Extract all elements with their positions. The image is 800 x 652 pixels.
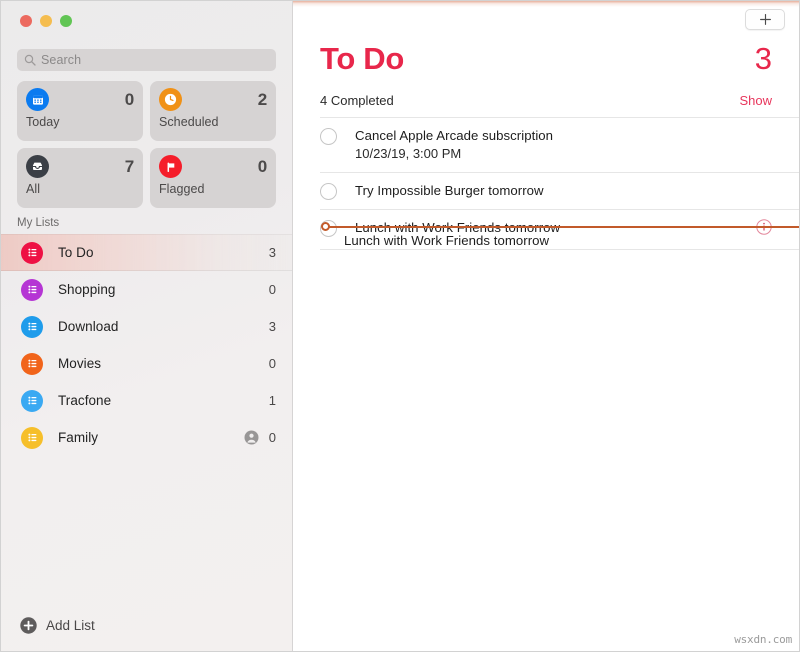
task-checkbox[interactable] (320, 220, 337, 237)
maximize-window-button[interactable] (60, 15, 72, 27)
task-title: Cancel Apple Arcade subscription (355, 128, 554, 143)
tray-icon (26, 155, 49, 178)
watermark: wsxdn.com (734, 633, 792, 646)
list-bullet-icon (21, 426, 43, 449)
list-label: Family (58, 430, 99, 445)
task-title: Try Impossible Burger tomorrow (355, 183, 544, 198)
sidebar-item-download[interactable]: Download 3 (1, 308, 292, 345)
sidebar-item-movies[interactable]: Movies 0 (1, 345, 292, 382)
clock-icon (159, 88, 182, 111)
shared-person-icon (244, 430, 259, 445)
smart-list-count: 0 (257, 156, 267, 176)
smart-list-label: Scheduled (159, 115, 219, 129)
smart-list-label: Today (26, 115, 60, 129)
smart-list-label: Flagged (159, 182, 205, 196)
task-checkbox[interactable] (320, 183, 337, 200)
list-count: 0 (268, 356, 276, 371)
list-label: To Do (58, 245, 94, 260)
sidebar-item-family[interactable]: Family 0 (1, 419, 292, 456)
list-bullet-icon (21, 389, 43, 412)
list-label: Movies (58, 356, 102, 371)
reminders-window: Search 0 Today 2 Scheduled 7 All 0 Flagg… (0, 0, 800, 652)
tasks-list: Cancel Apple Arcade subscription 10/23/1… (293, 117, 799, 250)
smart-list-all[interactable]: 7 All (17, 148, 143, 208)
add-reminder-button[interactable] (745, 9, 785, 30)
list-header: To Do 3 (293, 1, 799, 74)
flag-icon (159, 155, 182, 178)
sidebar-item-shopping[interactable]: Shopping 0 (1, 271, 292, 308)
table-row[interactable]: Lunch with Work Friends tomorrow (293, 210, 799, 249)
search-icon (24, 54, 36, 66)
completed-summary: 4 Completed Show (293, 74, 799, 117)
smart-list-count: 7 (124, 156, 134, 176)
list-bullet-icon (21, 315, 43, 338)
page-title: To Do (320, 41, 405, 76)
smart-lists-grid: 0 Today 2 Scheduled 7 All 0 Flagged (1, 71, 292, 208)
divider (320, 249, 799, 250)
table-row[interactable]: Cancel Apple Arcade subscription 10/23/1… (293, 118, 799, 172)
add-list-label: Add List (46, 617, 95, 633)
list-count: 0 (268, 282, 276, 297)
search-container: Search (1, 41, 292, 71)
my-lists-header: My Lists (17, 217, 60, 229)
list-total-count: 3 (754, 41, 772, 76)
completed-count-label: 4 Completed (320, 93, 394, 108)
search-input[interactable]: Search (17, 49, 276, 71)
list-label: Shopping (58, 282, 116, 297)
plus-circle-icon (20, 616, 37, 634)
info-circle-icon[interactable] (756, 219, 772, 240)
task-content: Lunch with Work Friends tomorrow (337, 219, 756, 236)
task-checkbox[interactable] (320, 128, 337, 145)
task-due-date: 10/23/19, 3:00 PM (355, 146, 462, 161)
sidebar-item-tracfone[interactable]: Tracfone 1 (1, 382, 292, 419)
show-completed-link[interactable]: Show (739, 93, 772, 108)
table-row[interactable]: Try Impossible Burger tomorrow (293, 173, 799, 209)
list-label: Download (58, 319, 119, 334)
list-label: Tracfone (58, 393, 112, 408)
list-count: 3 (268, 245, 276, 260)
smart-list-count: 2 (257, 89, 267, 109)
add-list-button[interactable]: Add List (1, 599, 292, 651)
main-pane: To Do 3 4 Completed Show Cancel Apple Ar… (293, 1, 799, 651)
calendar-icon (26, 88, 49, 111)
search-placeholder: Search (41, 53, 82, 67)
list-count: 3 (268, 319, 276, 334)
sidebar: Search 0 Today 2 Scheduled 7 All 0 Flagg… (1, 1, 293, 651)
list-count: 1 (268, 393, 276, 408)
window-controls (1, 1, 292, 41)
smart-list-label: All (26, 182, 41, 196)
smart-list-count: 0 (124, 89, 134, 109)
list-bullet-icon (21, 352, 43, 375)
smart-list-scheduled[interactable]: 2 Scheduled (150, 81, 276, 141)
close-window-button[interactable] (20, 15, 32, 27)
smart-list-flagged[interactable]: 0 Flagged (150, 148, 276, 208)
smart-list-today[interactable]: 0 Today (17, 81, 143, 141)
lists-container: To Do 3 Shopping 0 Download 3 Movies 0 T… (1, 234, 292, 599)
sidebar-item-to-do[interactable]: To Do 3 (1, 234, 292, 271)
task-content: Cancel Apple Arcade subscription 10/23/1… (337, 127, 772, 163)
task-content: Try Impossible Burger tomorrow (337, 182, 772, 199)
list-bullet-icon (21, 278, 43, 301)
list-count: 0 (268, 430, 276, 445)
plus-icon (759, 14, 771, 25)
list-bullet-icon (21, 241, 43, 264)
task-title: Lunch with Work Friends tomorrow (355, 220, 561, 235)
minimize-window-button[interactable] (40, 15, 52, 27)
